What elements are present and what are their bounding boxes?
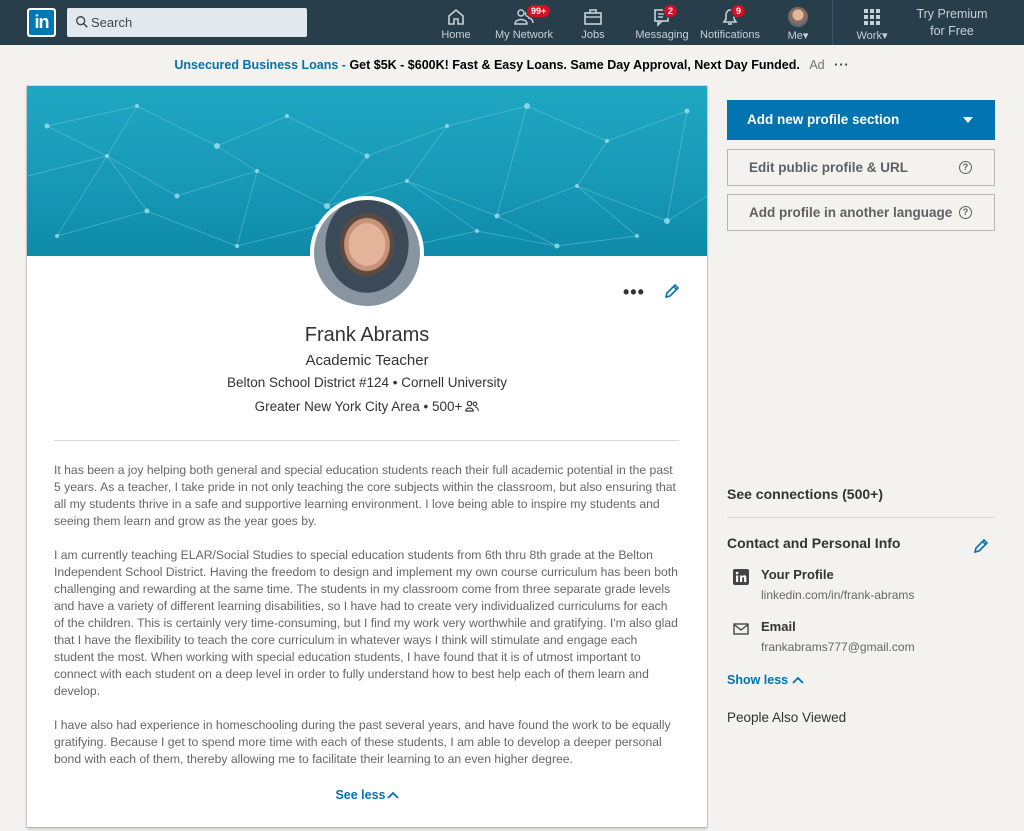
profile-photo[interactable] bbox=[310, 196, 424, 310]
your-profile-label: Your Profile bbox=[761, 567, 834, 582]
profile-location-row: Greater New York City Area • 500+ bbox=[27, 399, 707, 414]
nav-home[interactable]: Home bbox=[436, 0, 476, 45]
chevron-up-icon bbox=[792, 676, 804, 684]
search-box[interactable] bbox=[67, 8, 307, 37]
home-icon bbox=[448, 8, 464, 25]
help-icon[interactable]: ? bbox=[959, 206, 972, 219]
chevron-up-icon bbox=[386, 791, 399, 799]
add-language-label: Add profile in another language bbox=[749, 205, 953, 220]
nav-me-label-row: Me▾ bbox=[783, 29, 813, 42]
ad-tag: Ad bbox=[809, 58, 825, 72]
profile-location[interactable]: Greater New York City Area • 500+ bbox=[255, 399, 463, 414]
summary-paragraph: I am currently teaching ELAR/Social Stud… bbox=[54, 548, 678, 698]
help-icon[interactable]: ? bbox=[959, 161, 972, 174]
top-nav-bar: in Home 99+ My Network Jobs 2 Messaging … bbox=[0, 0, 1024, 45]
chevron-down-icon bbox=[963, 117, 973, 123]
pencil-icon[interactable] bbox=[663, 282, 681, 300]
nav-messaging-label: Messaging bbox=[635, 29, 689, 41]
see-less-label: See less bbox=[335, 788, 386, 802]
messaging-badge: 2 bbox=[663, 4, 679, 18]
email-label: Email bbox=[761, 619, 796, 634]
nav-work-label-row: Work▾ bbox=[852, 29, 892, 42]
search-input[interactable] bbox=[89, 8, 299, 37]
ad-banner: Unsecured Business Loans - Get $5K - $60… bbox=[0, 58, 1024, 72]
nav-notifications-label: Notifications bbox=[700, 29, 760, 41]
profile-card: ••• Frank Abrams Academic Teacher Belton… bbox=[27, 86, 707, 827]
nav-divider bbox=[832, 0, 833, 45]
connections-icon bbox=[465, 400, 480, 412]
chevron-down-icon: ▾ bbox=[881, 30, 888, 42]
add-language-profile-button[interactable]: Add profile in another language ? bbox=[727, 194, 995, 231]
summary-paragraph: It has been a joy helping both general a… bbox=[54, 463, 676, 528]
nav-notifications[interactable]: 9 Notifications bbox=[699, 0, 761, 45]
ad-link[interactable]: Unsecured Business Loans - bbox=[174, 58, 346, 72]
add-section-label: Add new profile section bbox=[747, 112, 900, 127]
profile-headline: Academic Teacher bbox=[305, 352, 429, 369]
search-icon bbox=[76, 16, 88, 28]
profile-url-link[interactable]: linkedin.com/in/frank-abrams bbox=[761, 588, 914, 602]
try-premium-link[interactable]: Try Premium for Free bbox=[905, 6, 999, 40]
nav-work-label: Work bbox=[856, 30, 882, 42]
section-divider bbox=[54, 440, 679, 441]
nav-me[interactable]: Me▾ bbox=[783, 0, 813, 45]
ad-text[interactable]: Get $5K - $600K! Fast & Easy Loans. Same… bbox=[349, 58, 799, 72]
contact-info-header: Contact and Personal Info bbox=[727, 535, 901, 551]
email-value[interactable]: frankabrams777@gmail.com bbox=[761, 640, 915, 654]
linkedin-icon bbox=[733, 569, 749, 585]
nav-jobs[interactable]: Jobs bbox=[573, 0, 613, 45]
logo-text: in bbox=[29, 10, 54, 35]
edit-public-profile-button[interactable]: Edit public profile & URL ? bbox=[727, 149, 995, 186]
chevron-down-icon: ▾ bbox=[802, 30, 809, 42]
jobs-icon bbox=[584, 9, 602, 25]
rail-divider bbox=[727, 517, 995, 518]
profile-education: Belton School District #124 • Cornell Un… bbox=[226, 375, 508, 390]
nav-work[interactable]: Work▾ bbox=[852, 0, 892, 45]
see-connections-link[interactable]: See connections (500+) bbox=[727, 486, 883, 502]
people-also-viewed-header: People Also Viewed bbox=[727, 710, 847, 725]
nav-home-label: Home bbox=[441, 29, 471, 41]
show-less-button[interactable]: Show less bbox=[727, 673, 804, 687]
nav-my-network-label: My Network bbox=[494, 29, 554, 41]
more-actions-icon[interactable]: ••• bbox=[623, 282, 645, 303]
premium-line-2: for Free bbox=[930, 24, 974, 38]
pencil-icon[interactable] bbox=[972, 537, 990, 555]
premium-line-1: Try Premium bbox=[916, 7, 988, 21]
profile-name: Frank Abrams bbox=[304, 324, 430, 346]
network-badge: 99+ bbox=[526, 4, 552, 18]
profile-summary: It has been a joy helping both general a… bbox=[54, 462, 680, 785]
linkedin-logo[interactable]: in bbox=[27, 8, 56, 37]
notifications-badge: 9 bbox=[731, 4, 747, 18]
show-less-label: Show less bbox=[727, 673, 789, 687]
nav-messaging[interactable]: 2 Messaging bbox=[634, 0, 690, 45]
ad-more-icon[interactable]: ··· bbox=[834, 58, 850, 72]
edit-public-label: Edit public profile & URL bbox=[749, 160, 908, 175]
envelope-icon bbox=[733, 623, 749, 635]
nav-my-network[interactable]: 99+ My Network bbox=[494, 0, 554, 45]
nav-me-label: Me bbox=[787, 30, 803, 42]
see-less-button[interactable]: See less bbox=[27, 788, 707, 802]
add-profile-section-button[interactable]: Add new profile section bbox=[727, 100, 995, 140]
summary-paragraph: I have also had experience in homeschool… bbox=[54, 718, 671, 766]
avatar bbox=[788, 7, 808, 27]
nav-jobs-label: Jobs bbox=[581, 29, 605, 41]
grid-icon bbox=[864, 9, 880, 25]
